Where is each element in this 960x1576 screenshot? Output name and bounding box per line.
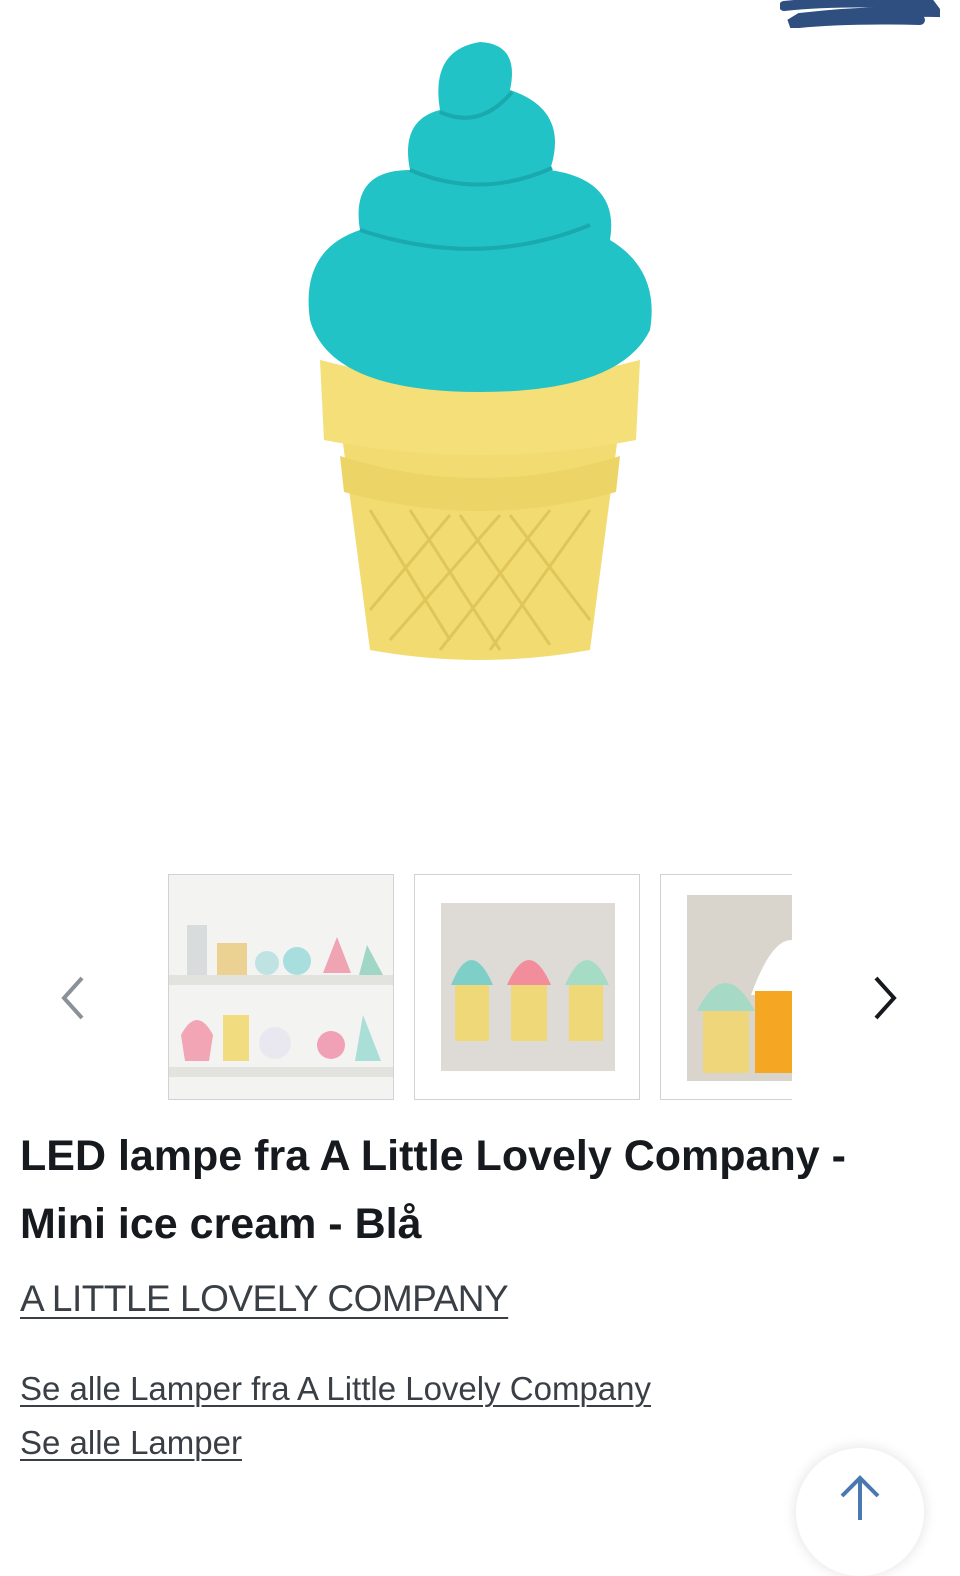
scroll-to-top-button[interactable] bbox=[796, 1448, 924, 1576]
logo-brush-mark bbox=[779, 0, 947, 29]
chevron-right-icon bbox=[874, 976, 897, 1020]
gallery-prev-button[interactable] bbox=[52, 968, 92, 1028]
thumbnail-shelf-lamps[interactable] bbox=[168, 874, 394, 1100]
thumbnail-ice-cream-closeup[interactable] bbox=[660, 874, 792, 1100]
chevron-left-icon bbox=[61, 976, 84, 1020]
gallery-next-button[interactable] bbox=[866, 968, 906, 1028]
see-all-brand-lamps-link[interactable]: Se alle Lamper fra A Little Lovely Compa… bbox=[20, 1370, 651, 1408]
brand-link[interactable]: A LITTLE LOVELY COMPANY bbox=[20, 1278, 509, 1320]
arrow-up-icon bbox=[840, 1475, 880, 1520]
thumbnail-strip bbox=[168, 874, 792, 1100]
see-all-lamps-link[interactable]: Se alle Lamper bbox=[20, 1424, 242, 1462]
thumbnail-three-ice-cream-lamps[interactable] bbox=[414, 874, 640, 1100]
product-title: LED lampe fra A Little Lovely Company - … bbox=[20, 1132, 846, 1248]
main-product-image[interactable] bbox=[290, 30, 670, 680]
